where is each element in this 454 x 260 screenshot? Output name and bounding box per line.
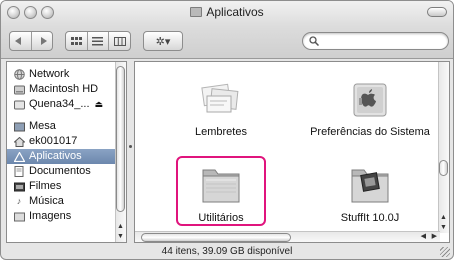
sidebar: Network Macintosh HD Quena34_... ⏏ Mesa [6, 61, 127, 243]
forward-arrow-icon [40, 37, 47, 45]
pictures-icon [13, 211, 25, 222]
highlight-box [176, 156, 266, 226]
music-icon: ♪ [16, 196, 22, 206]
sidebar-item-label: Música [29, 195, 64, 207]
file-browser: Lembretes Preferências do Sistema Utilit… [134, 61, 450, 243]
sidebar-item-label: Filmes [29, 180, 62, 192]
scroll-down-arrow-icon[interactable]: ▼ [116, 232, 125, 241]
content-vertical-scroll-thumb[interactable] [439, 160, 448, 176]
system-preferences-icon [346, 76, 394, 120]
column-view-button[interactable] [109, 32, 130, 50]
toolbar-toggle-button[interactable] [427, 7, 447, 17]
scroll-down-arrow-icon[interactable]: ▼ [439, 223, 448, 232]
file-item-label: Lembretes [195, 126, 247, 138]
scroll-up-arrow-icon[interactable]: ▲ [116, 222, 125, 231]
globe-icon [13, 69, 25, 80]
sidebar-item-label: Documentos [29, 165, 91, 177]
view-buttons [65, 31, 131, 51]
status-bar: 44 itens, 39.09 GB disponível [1, 245, 453, 259]
resize-grip-icon[interactable] [440, 247, 450, 257]
forward-button[interactable] [32, 32, 53, 50]
folder-icon [190, 7, 203, 17]
sidebar-splitter[interactable] [129, 143, 133, 153]
window-title: Aplicativos [206, 5, 264, 19]
documents-icon [13, 166, 25, 177]
stuffit-folder-icon [346, 162, 394, 206]
sidebar-item-label: Aplicativos [29, 150, 82, 162]
movies-icon [13, 181, 25, 192]
action-menu-button[interactable]: ✲▾ [143, 31, 183, 51]
window-chrome: Aplicativos ✲▾ [1, 1, 453, 59]
stickies-icon [197, 76, 245, 120]
search-icon [309, 36, 319, 46]
list-view-button[interactable] [88, 32, 109, 50]
window-title-bar: Aplicativos [1, 5, 453, 19]
status-text: 44 itens, 39.09 GB disponível [161, 246, 293, 257]
icon-view-icon [70, 36, 82, 45]
file-item-label: StuffIt 10.0J [340, 212, 400, 224]
icon-view-button[interactable] [66, 32, 87, 50]
sidebar-item-label: Macintosh HD [29, 83, 99, 95]
home-icon [13, 136, 25, 147]
scroll-right-arrow-icon[interactable]: ▶ [432, 232, 437, 242]
content-horizontal-scrollbar[interactable]: ◀ ▶ [135, 231, 440, 242]
search-input[interactable] [323, 35, 443, 47]
desktop-icon [13, 121, 25, 132]
search-field[interactable] [302, 32, 449, 50]
content-horizontal-scroll-thumb[interactable] [141, 233, 291, 242]
content-vertical-scrollbar[interactable]: ▲ ▼ [438, 62, 449, 233]
sidebar-item-imagens[interactable]: Imagens [7, 209, 126, 224]
file-item-preferencias[interactable]: Preferências do Sistema [305, 76, 435, 138]
sidebar-item-documentos[interactable]: Documentos [7, 164, 126, 179]
column-view-icon [113, 36, 126, 46]
sidebar-item-quena34[interactable]: Quena34_... ⏏ [7, 97, 126, 112]
list-view-icon [92, 36, 104, 45]
sidebar-item-network[interactable]: Network [7, 67, 126, 82]
back-forward-buttons [9, 31, 53, 51]
sidebar-item-label: Imagens [29, 210, 72, 222]
scroll-left-arrow-icon[interactable]: ◀ [421, 232, 426, 242]
scroll-up-arrow-icon[interactable]: ▲ [439, 213, 448, 222]
disk-icon [13, 99, 25, 110]
file-item-lembretes[interactable]: Lembretes [156, 76, 286, 138]
sidebar-item-home[interactable]: ek001017 [7, 134, 126, 149]
sidebar-item-label: Mesa [29, 120, 56, 132]
finder-window: Aplicativos ✲▾ Network Macintosh HD Quen… [0, 0, 454, 260]
sidebar-item-macintosh-hd[interactable]: Macintosh HD [7, 82, 126, 97]
sidebar-item-mesa[interactable]: Mesa [7, 119, 126, 134]
back-arrow-icon [15, 37, 22, 45]
back-button[interactable] [10, 32, 31, 50]
file-item-stuffit[interactable]: StuffIt 10.0J [305, 162, 435, 224]
sidebar-item-label: Network [29, 68, 70, 80]
sidebar-item-label: Quena34_... [29, 98, 90, 110]
sidebar-item-label: ek001017 [29, 135, 78, 147]
sidebar-item-filmes[interactable]: Filmes [7, 179, 126, 194]
sidebar-scroll-thumb[interactable] [116, 66, 125, 212]
toolbar: ✲▾ [1, 27, 453, 55]
sidebar-item-musica[interactable]: ♪ Música [7, 194, 126, 209]
sidebar-scrollbar[interactable]: ▲ ▼ [115, 62, 126, 242]
gear-icon: ✲▾ [155, 35, 171, 48]
applications-icon [13, 151, 25, 162]
sidebar-item-aplicativos[interactable]: Aplicativos [7, 149, 126, 164]
hard-drive-icon [13, 84, 25, 95]
file-item-label: Preferências do Sistema [310, 126, 430, 138]
eject-icon[interactable]: ⏏ [95, 97, 104, 112]
